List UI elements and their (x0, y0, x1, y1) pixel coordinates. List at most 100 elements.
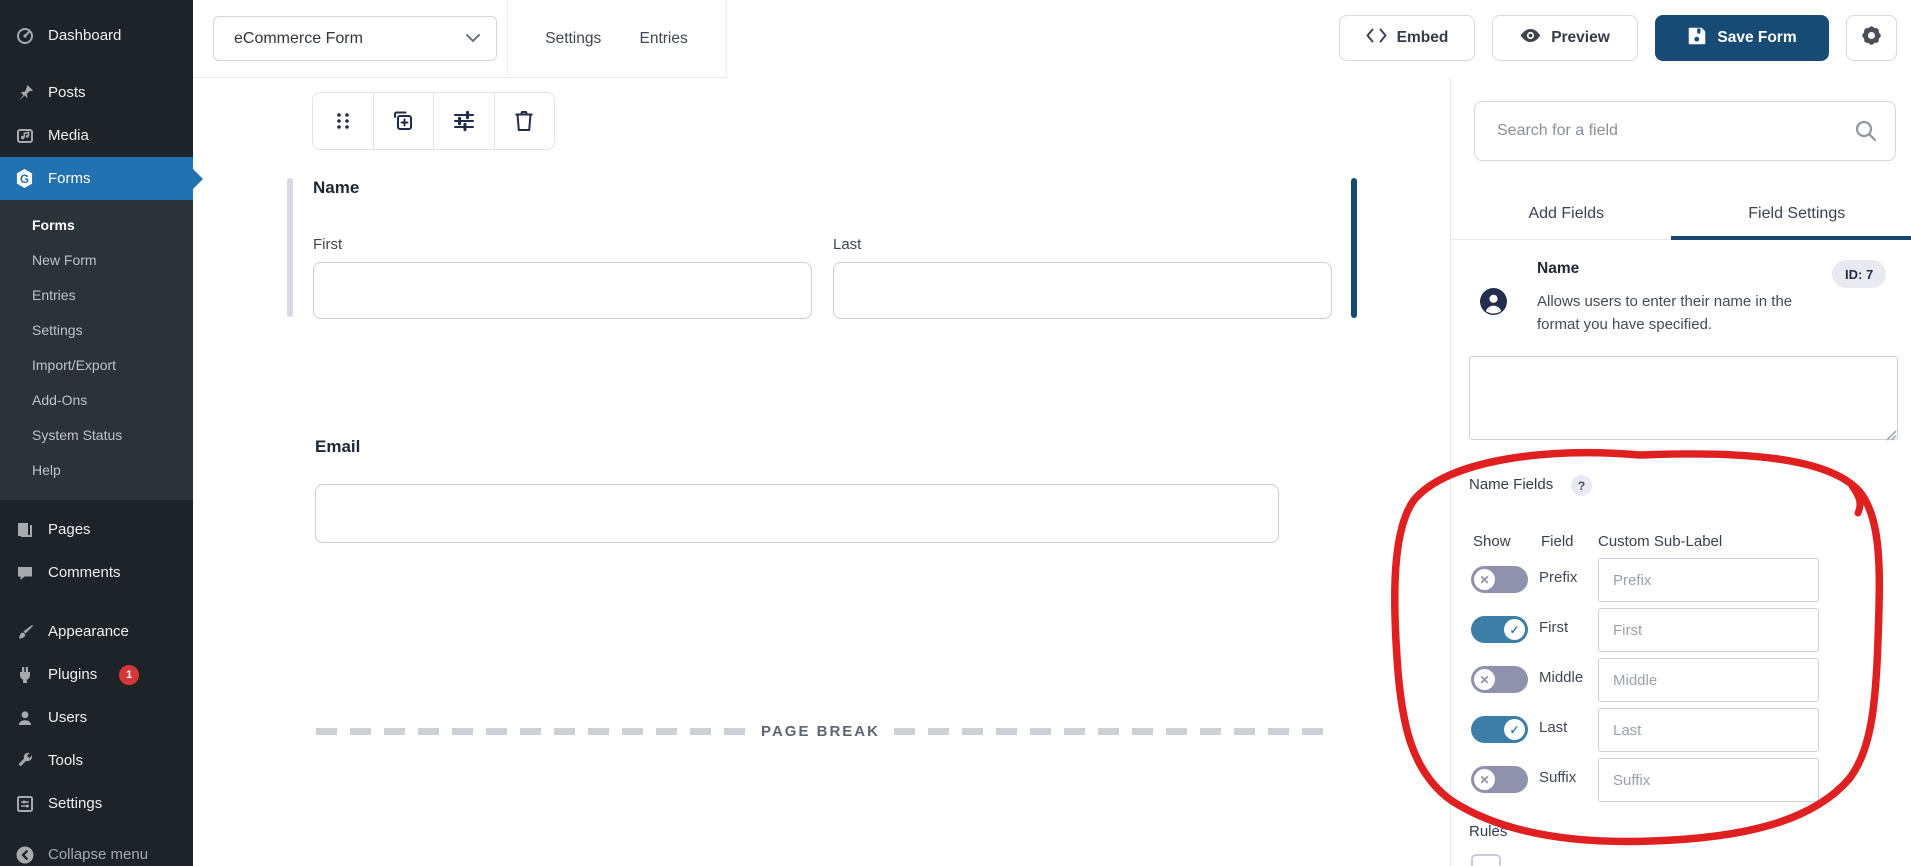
embed-button[interactable]: Embed (1339, 15, 1475, 61)
field-label-textarea[interactable] (1469, 356, 1898, 440)
page-break-field[interactable]: PAGE BREAK (316, 723, 1325, 740)
sidebar-item-tools[interactable]: Tools (0, 739, 193, 782)
active-menu-arrow (193, 169, 203, 189)
name-field-row-last: ✓ Last (1451, 706, 1911, 756)
field-settings-button[interactable] (433, 93, 494, 149)
form-nav-tabs: Settings Entries (507, 0, 726, 78)
name-field-row-middle: ✕ Middle (1451, 656, 1911, 706)
submenu-item-forms[interactable]: Forms (0, 208, 193, 243)
sidebar-item-forms[interactable]: G Forms (0, 157, 193, 200)
svg-text:G: G (20, 174, 29, 186)
sidebar-item-plugins[interactable]: Plugins 1 (0, 653, 193, 696)
prefix-sublabel-input[interactable] (1598, 558, 1819, 602)
search-icon (1854, 119, 1878, 148)
submenu-item-entries[interactable]: Entries (0, 278, 193, 313)
middle-toggle[interactable]: ✕ (1471, 666, 1528, 693)
plugins-update-badge: 1 (119, 665, 139, 685)
sidebar-item-label: Pages (48, 521, 91, 538)
name-last-input[interactable] (833, 262, 1332, 319)
editor-toolbar: eCommerce Form Settings Entries Embed Pr… (193, 0, 1911, 78)
toggle-knob: ✕ (1474, 669, 1495, 690)
sidebar-item-label: Comments (48, 564, 121, 581)
settings-sliders-icon (14, 793, 35, 814)
name-last-sublabel: Last (833, 236, 861, 253)
sidebar-item-label: Users (48, 709, 87, 726)
tab-entries[interactable]: Entries (639, 30, 687, 48)
sidebar-item-settings[interactable]: Settings (0, 782, 193, 825)
form-builder-canvas: Name First Last Email PAGE BREAK (193, 78, 1450, 866)
embed-button-label: Embed (1397, 29, 1449, 47)
column-header-field: Field (1541, 533, 1574, 550)
row-label: First (1539, 619, 1568, 636)
wrench-icon (14, 750, 35, 771)
suffix-sublabel-input[interactable] (1598, 758, 1819, 802)
sidebar-item-label: Media (48, 127, 89, 144)
last-sublabel-input[interactable] (1598, 708, 1819, 752)
sidebar-item-label: Forms (48, 170, 91, 187)
sidebar-item-comments[interactable]: Comments (0, 551, 193, 594)
editor-settings-gear-button[interactable] (1846, 15, 1897, 61)
suffix-toggle[interactable]: ✕ (1471, 766, 1528, 793)
sidebar-item-appearance[interactable]: Appearance (0, 610, 193, 653)
tab-settings[interactable]: Settings (545, 30, 601, 48)
row-label: Suffix (1539, 769, 1576, 786)
toolbar-vertical-divider (726, 0, 727, 78)
tab-field-settings[interactable]: Field Settings (1682, 188, 1911, 239)
submenu-item-import-export[interactable]: Import/Export (0, 348, 193, 383)
last-toggle[interactable]: ✓ (1471, 716, 1528, 743)
page-break-label: PAGE BREAK (761, 723, 880, 740)
collapse-arrow-icon (14, 844, 35, 865)
sidebar-item-pages[interactable]: Pages (0, 508, 193, 551)
name-field-row-first: ✓ First (1451, 606, 1911, 656)
sidebar-item-label: Settings (48, 795, 102, 812)
delete-field-button[interactable] (494, 93, 555, 149)
name-field-row-prefix: ✕ Prefix (1451, 556, 1911, 606)
duplicate-field-button[interactable] (373, 93, 434, 149)
submenu-item-new-form[interactable]: New Form (0, 243, 193, 278)
sidebar-item-users[interactable]: Users (0, 696, 193, 739)
tab-add-fields[interactable]: Add Fields (1451, 188, 1682, 239)
first-toggle[interactable]: ✓ (1471, 616, 1528, 643)
help-tooltip-icon[interactable]: ? (1571, 475, 1592, 496)
first-sublabel-input[interactable] (1598, 608, 1819, 652)
submenu-item-system-status[interactable]: System Status (0, 418, 193, 453)
media-icon (14, 125, 35, 146)
email-input[interactable] (315, 484, 1279, 543)
row-label: Last (1539, 719, 1567, 736)
sidebar-item-media[interactable]: Media (0, 114, 193, 157)
page-break-dash-right (894, 728, 1325, 735)
sidebar-item-label: Plugins (48, 666, 97, 683)
save-form-button[interactable]: Save Form (1655, 15, 1829, 61)
search-input[interactable] (1474, 101, 1896, 161)
prefix-toggle[interactable]: ✕ (1471, 566, 1528, 593)
submenu-item-settings[interactable]: Settings (0, 313, 193, 348)
drag-handle[interactable] (313, 93, 373, 149)
sidebar-item-dashboard[interactable]: Dashboard (0, 14, 193, 57)
sidebar-item-posts[interactable]: Posts (0, 71, 193, 114)
selected-field-left-bar (287, 178, 293, 317)
middle-sublabel-input[interactable] (1598, 658, 1819, 702)
preview-button-label: Preview (1551, 29, 1610, 47)
forms-submenu: Forms New Form Entries Settings Import/E… (0, 200, 193, 500)
field-description: Allows users to enter their name in the … (1537, 290, 1822, 336)
toggle-knob: ✓ (1504, 719, 1525, 740)
sidebar-item-label: Dashboard (48, 27, 121, 44)
column-header-show: Show (1473, 533, 1511, 550)
plugin-icon (14, 664, 35, 685)
form-switcher-value: eCommerce Form (234, 30, 363, 48)
sidebar-collapse-menu[interactable]: Collapse menu (0, 833, 193, 866)
row-label: Middle (1539, 669, 1583, 686)
form-switcher-dropdown[interactable]: eCommerce Form (213, 16, 497, 61)
preview-button[interactable]: Preview (1492, 15, 1638, 61)
submenu-item-help[interactable]: Help (0, 453, 193, 488)
rules-checkbox[interactable] (1471, 854, 1501, 866)
name-first-sublabel: First (313, 236, 342, 253)
name-first-input[interactable] (313, 262, 812, 319)
panel-tabs: Add Fields Field Settings (1451, 188, 1911, 240)
pushpin-icon (14, 82, 35, 103)
field-settings-title: Name (1537, 260, 1579, 278)
floppy-disk-icon (1687, 26, 1707, 51)
submenu-item-add-ons[interactable]: Add-Ons (0, 383, 193, 418)
column-header-custom-sub-label: Custom Sub-Label (1598, 533, 1722, 550)
name-field-row-suffix: ✕ Suffix (1451, 756, 1911, 806)
